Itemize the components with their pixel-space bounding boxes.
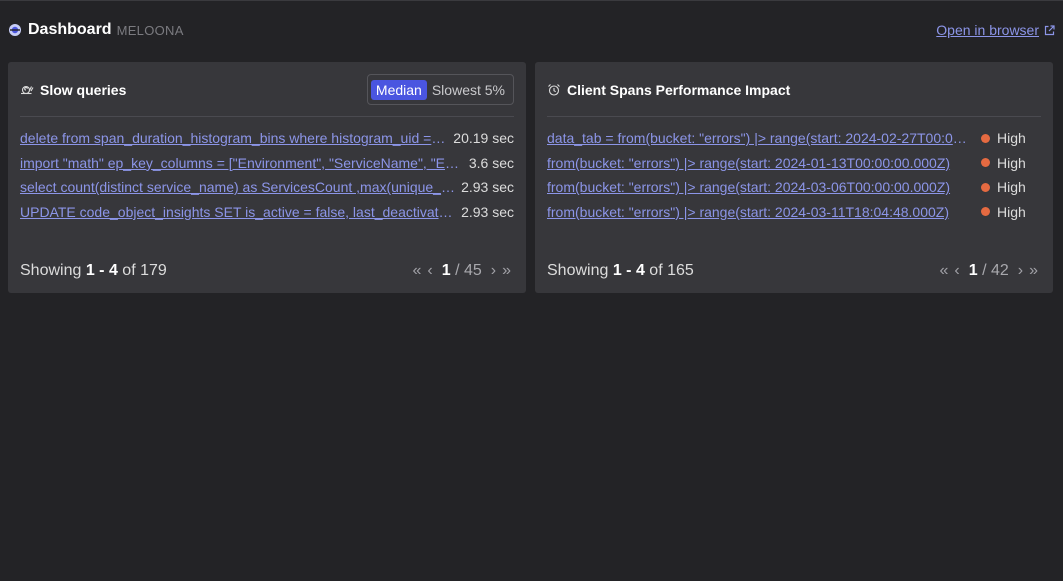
page-indicator: 1 / 45 <box>436 262 488 280</box>
showing-text: Showing 1 - 4 of 165 <box>547 262 694 280</box>
alarm-clock-icon <box>547 83 561 97</box>
card-title: Slow queries <box>40 81 127 98</box>
page-total: / 42 <box>982 262 1009 279</box>
impact-label: High <box>997 130 1026 147</box>
toggle-median[interactable]: Median <box>370 79 427 100</box>
showing-text: Showing 1 - 4 of 179 <box>20 262 167 280</box>
last-page-icon[interactable]: » <box>1026 262 1041 280</box>
impact-label: High <box>997 179 1026 196</box>
span-link[interactable]: from(bucket: "errors") |> range(start: 2… <box>547 204 973 220</box>
list-item: from(bucket: "errors") |> range(start: 2… <box>547 151 1041 176</box>
page-total: / 45 <box>455 262 482 279</box>
list-item: data_tab = from(bucket: "errors") |> ran… <box>547 126 1041 151</box>
impact-dot-icon <box>981 133 990 143</box>
dashboard-header: Dashboard MELOONA Open in browser <box>8 14 1055 46</box>
toggle-slowest-5pct[interactable]: Slowest 5% <box>427 80 510 100</box>
page-indicator: 1 / 42 <box>963 262 1015 280</box>
showing-total: of 165 <box>644 262 694 279</box>
divider <box>20 116 514 117</box>
divider <box>547 116 1041 117</box>
client-spans-list: data_tab = from(bucket: "errors") |> ran… <box>547 126 1041 224</box>
median-slowest-toggle: Median Slowest 5% <box>366 74 514 105</box>
impact-badge: High <box>981 179 1041 195</box>
prev-page-icon[interactable]: ‹ <box>951 262 962 280</box>
next-page-icon[interactable]: › <box>488 262 499 280</box>
query-link[interactable]: delete from span_duration_histogram_bins… <box>20 130 447 146</box>
duration-value: 2.93 sec <box>461 179 514 196</box>
environment-label: MELOONA <box>116 22 184 38</box>
query-link[interactable]: select count(distinct service_name) as S… <box>20 179 455 195</box>
list-item: from(bucket: "errors") |> range(start: 2… <box>547 200 1041 225</box>
impact-badge: High <box>981 130 1041 146</box>
page-current: 1 <box>968 262 978 279</box>
next-page-icon[interactable]: › <box>1015 262 1026 280</box>
last-page-icon[interactable]: » <box>499 262 514 280</box>
snail-icon <box>20 83 34 97</box>
card-title: Client Spans Performance Impact <box>567 81 791 98</box>
query-link[interactable]: UPDATE code_object_insights SET is_activ… <box>20 204 455 220</box>
impact-label: High <box>997 154 1026 171</box>
window-top-border <box>0 0 1063 1</box>
page-title: Dashboard <box>28 21 112 38</box>
showing-prefix: Showing <box>547 262 613 279</box>
pager: « ‹ 1 / 42 › » <box>936 262 1041 280</box>
list-item: UPDATE code_object_insights SET is_activ… <box>20 200 514 225</box>
list-item: select count(distinct service_name) as S… <box>20 175 514 200</box>
impact-badge: High <box>981 204 1041 220</box>
pagination-footer: Showing 1 - 4 of 165 « ‹ 1 / 42 › » <box>547 259 1041 283</box>
impact-dot-icon <box>981 207 990 217</box>
pagination-footer: Showing 1 - 4 of 179 « ‹ 1 / 45 › » <box>20 259 514 283</box>
span-link[interactable]: from(bucket: "errors") |> range(start: 2… <box>547 155 973 171</box>
first-page-icon[interactable]: « <box>936 262 951 280</box>
slow-queries-card: Slow queries Median Slowest 5% delete fr… <box>8 62 526 293</box>
impact-label: High <box>997 203 1026 220</box>
open-in-browser-link[interactable]: Open in browser <box>936 22 1055 38</box>
impact-badge: High <box>981 155 1041 171</box>
client-spans-card: Client Spans Performance Impact data_tab… <box>535 62 1053 293</box>
list-item: from(bucket: "errors") |> range(start: 2… <box>547 175 1041 200</box>
span-link[interactable]: data_tab = from(bucket: "errors") |> ran… <box>547 130 973 146</box>
span-link[interactable]: from(bucket: "errors") |> range(start: 2… <box>547 179 973 195</box>
query-link[interactable]: import "math" ep_key_columns = ["Environ… <box>20 155 463 171</box>
client-spans-header: Client Spans Performance Impact <box>547 74 1041 105</box>
slow-queries-header: Slow queries Median Slowest 5% <box>20 74 514 105</box>
list-item: delete from span_duration_histogram_bins… <box>20 126 514 151</box>
impact-dot-icon <box>981 158 990 168</box>
showing-prefix: Showing <box>20 262 86 279</box>
list-item: import "math" ep_key_columns = ["Environ… <box>20 151 514 176</box>
duration-value: 3.6 sec <box>468 154 514 171</box>
impact-dot-icon <box>981 182 990 192</box>
showing-range: 1 - 4 <box>612 262 645 279</box>
first-page-icon[interactable]: « <box>409 262 424 280</box>
duration-value: 2.93 sec <box>461 203 514 220</box>
open-in-browser-label: Open in browser <box>936 22 1039 38</box>
page-current: 1 <box>441 262 451 279</box>
slow-queries-list: delete from span_duration_histogram_bins… <box>20 126 514 224</box>
pager: « ‹ 1 / 45 › » <box>409 262 514 280</box>
external-link-icon <box>1044 24 1055 36</box>
showing-total: of 179 <box>117 262 167 279</box>
digma-logo-icon <box>8 23 22 37</box>
showing-range: 1 - 4 <box>85 262 118 279</box>
prev-page-icon[interactable]: ‹ <box>424 262 435 280</box>
duration-value: 20.19 sec <box>453 130 514 147</box>
